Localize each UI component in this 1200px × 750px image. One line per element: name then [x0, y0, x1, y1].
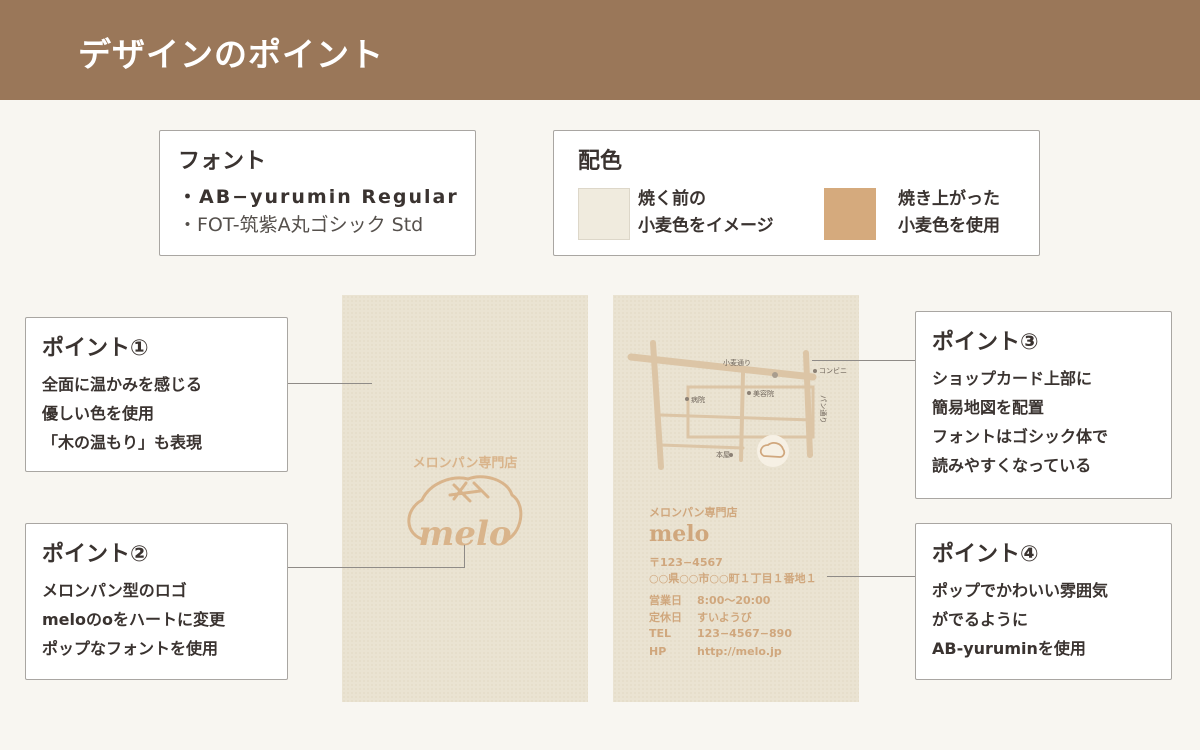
address: ○○県○○市○○町１丁目１番地１	[649, 572, 817, 585]
hp-value: http://melo.jp	[697, 645, 782, 658]
hp-label: HP	[649, 645, 667, 658]
closed-label: 定休日	[649, 611, 682, 624]
point-2-line: meloのoをハートに変更	[42, 610, 225, 629]
point-4-title: ポイント④	[932, 542, 1039, 567]
leader-line-1	[288, 383, 372, 384]
point-3-title: ポイント③	[932, 330, 1039, 355]
swatch-2-text: 焼き上がった 小麦色を使用	[898, 186, 1000, 240]
point-3-line: フォントはゴシック体で	[932, 427, 1109, 446]
point-4-line: がでるように	[932, 610, 1029, 629]
logo-text: melo	[418, 514, 511, 554]
postal-code: 〒123−4567	[649, 556, 723, 569]
font-info-box: フォント ・AB−yurumin Regular ・FOT-筑紫A丸ゴシック S…	[159, 130, 476, 256]
point-1-line: 優しい色を使用	[42, 404, 155, 423]
melon-bread-logo-icon: melo メロンパン専門店	[407, 455, 523, 554]
point-3-line: 読みやすくなっている	[932, 456, 1092, 475]
point-1-title: ポイント①	[42, 336, 149, 361]
point-1-line: 全面に温かみを感じる	[42, 375, 203, 394]
hours-label: 営業日	[649, 594, 682, 607]
swatch-1-line-1: 焼く前の	[638, 189, 706, 209]
map-road-right: パン通り	[819, 395, 828, 423]
color-swatch-baked	[824, 188, 876, 240]
color-info-box: 配色 焼く前の 小麦色をイメージ 焼き上がった 小麦色を使用	[553, 130, 1040, 256]
closed-value: すいようび	[697, 611, 752, 624]
point-box-3: ポイント③ ショップカード上部に 簡易地図を配置 フォントはゴシック体で 読みや…	[915, 311, 1172, 499]
leader-line-2-vertical	[464, 545, 465, 568]
point-box-1: ポイント① 全面に温かみを感じる 優しい色を使用 「木の温もり」も表現	[25, 317, 288, 472]
map-bookstore: 本屋	[716, 450, 730, 459]
swatch-2-line-2: 小麦色を使用	[898, 216, 1000, 236]
color-swatch-unbaked	[578, 188, 630, 240]
swatch-2-line-1: 焼き上がった	[898, 189, 1000, 209]
font-line-1: ・AB−yurumin Regular	[178, 186, 459, 208]
leader-line-4	[827, 576, 915, 577]
point-2-line: メロンパン型のロゴ	[42, 581, 187, 600]
card-front: melo メロンパン専門店	[342, 295, 588, 702]
card-back: 小麦通り コンビニ 病院 美容院 本屋 パン通り メロンパン専門店 melo 〒…	[613, 295, 859, 702]
point-box-2: ポイント② メロンパン型のロゴ meloのoをハートに変更 ポップなフォントを使…	[25, 523, 288, 680]
point-3-line: 簡易地図を配置	[932, 398, 1045, 417]
point-1-line: 「木の温もり」も表現	[42, 433, 203, 452]
map-hospital: 病院	[691, 395, 705, 404]
page-title: デザインのポイント	[78, 35, 384, 74]
point-2-line: ポップなフォントを使用	[42, 639, 219, 658]
map-road-top: 小麦通り	[723, 358, 751, 367]
tel-value: 123−4567−890	[697, 627, 792, 640]
point-2-title: ポイント②	[42, 542, 149, 567]
swatch-1-line-2: 小麦色をイメージ	[638, 216, 774, 236]
color-box-title: 配色	[578, 149, 623, 174]
point-3-line: ショップカード上部に	[932, 369, 1093, 388]
point-4-line: ポップでかわいい雰囲気	[932, 581, 1109, 600]
header-bar: デザインのポイント	[0, 0, 1200, 100]
hours-value: 8:00〜20:00	[697, 594, 771, 607]
tel-label: TEL	[649, 627, 672, 640]
map-convenience: コンビニ	[819, 366, 847, 375]
leader-line-3	[812, 360, 915, 361]
font-line-2: ・FOT-筑紫A丸ゴシック Std	[178, 214, 424, 236]
back-shop-name: melo	[649, 521, 710, 547]
leader-line-2	[288, 567, 464, 568]
back-shop-label: メロンパン専門店	[649, 506, 738, 519]
point-box-4: ポイント④ ポップでかわいい雰囲気 がでるように AB-yuruminを使用	[915, 523, 1172, 680]
simple-map: 小麦通り コンビニ 病院 美容院 本屋 パン通り	[627, 340, 847, 470]
swatch-1-text: 焼く前の 小麦色をイメージ	[638, 186, 774, 240]
point-4-line: AB-yuruminを使用	[932, 639, 1086, 658]
front-shop-label: メロンパン専門店	[413, 455, 518, 471]
map-salon: 美容院	[753, 389, 774, 398]
font-box-title: フォント	[178, 149, 267, 174]
